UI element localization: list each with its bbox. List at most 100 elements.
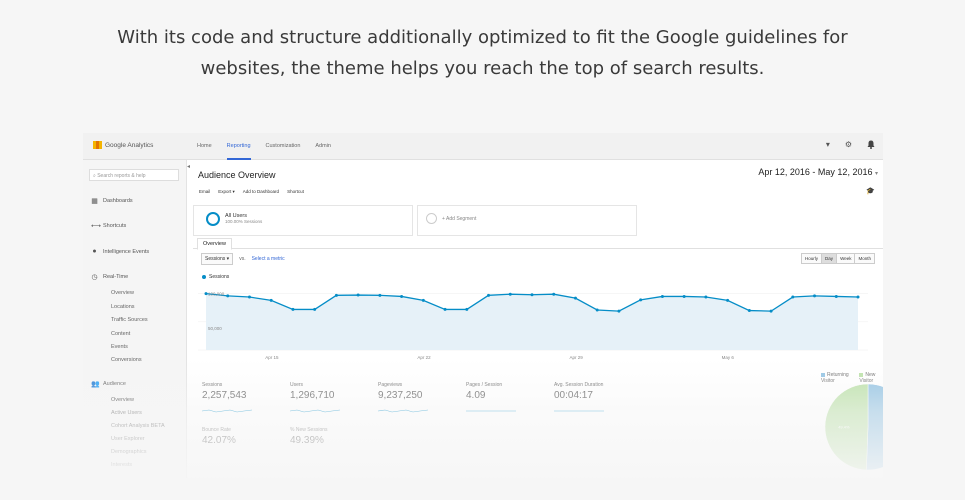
sidebar-item-intelligence-events[interactable]: ● Intelligence Events xyxy=(91,248,149,255)
sparkline xyxy=(377,409,429,413)
sidebar-subitem-demographics[interactable]: Demographics xyxy=(111,449,146,455)
tab-overview[interactable]: Overview xyxy=(197,238,232,250)
granularity-buttons: Hourly Day Week Month xyxy=(801,253,875,264)
add-to-dashboard-button[interactable]: Add to Dashboard xyxy=(243,189,279,195)
sidebar-subitem-conversions[interactable]: Conversions xyxy=(111,357,142,363)
stat-label: Pageviews xyxy=(378,382,403,388)
nav-admin[interactable]: Admin xyxy=(315,133,331,158)
stat-value: 42.07% xyxy=(202,435,236,446)
data-point[interactable] xyxy=(356,293,360,297)
pie-slice-label: 49.4% xyxy=(838,425,850,430)
data-point[interactable] xyxy=(226,294,230,298)
stat-label: Pages / Session xyxy=(466,382,503,388)
bell-icon[interactable] xyxy=(867,140,875,151)
data-point[interactable] xyxy=(682,294,686,298)
data-point[interactable] xyxy=(639,298,643,302)
stat-pageviews: Pageviews 9,237,250 xyxy=(377,382,463,419)
sidebar-subitem-audience-overview[interactable]: Overview xyxy=(111,397,134,403)
search-input[interactable]: ⌕ Search reports & help xyxy=(89,169,179,181)
top-icons: ▾ ⚙ xyxy=(826,140,875,151)
top-bar: Google Analytics Home Reporting Customiz… xyxy=(83,133,883,160)
sidebar-subitem-overview[interactable]: Overview xyxy=(111,290,134,296)
sidebar-item-label: Real-Time xyxy=(103,274,129,280)
sidebar-subitem-content[interactable]: Content xyxy=(111,331,130,337)
shortcut-button[interactable]: Shortcut xyxy=(287,189,304,195)
data-point[interactable] xyxy=(508,292,512,296)
stat-label: Bounce Rate xyxy=(202,427,231,433)
sidebar-item-label: Dashboards xyxy=(103,198,133,204)
segment-all-users[interactable]: All Users 100.00% Sessions xyxy=(193,205,413,236)
week-button[interactable]: Week xyxy=(836,254,855,263)
stat-pages-per-session: Pages / Session 4.09 xyxy=(466,382,551,419)
select-metric-link[interactable]: Select a metric xyxy=(252,256,285,262)
data-point[interactable] xyxy=(465,307,469,311)
sidebar-subitem-interests[interactable]: Interests xyxy=(111,462,132,468)
sidebar-subitem-user-explorer[interactable]: User Explorer xyxy=(111,436,145,442)
hourly-button[interactable]: Hourly xyxy=(802,254,822,263)
data-point[interactable] xyxy=(573,296,577,300)
metric-controls: Sessions ▾ vs. Select a metric xyxy=(201,253,285,265)
month-button[interactable]: Month xyxy=(854,254,874,263)
data-point[interactable] xyxy=(726,298,730,302)
sparkline xyxy=(201,409,253,413)
x-tick-label: May 6 xyxy=(722,355,735,360)
data-point[interactable] xyxy=(313,307,317,311)
data-point[interactable] xyxy=(400,294,404,298)
google-analytics-logo[interactable]: Google Analytics xyxy=(93,141,153,149)
data-point[interactable] xyxy=(530,293,534,297)
data-point[interactable] xyxy=(247,295,251,299)
segment-text: All Users 100.00% Sessions xyxy=(225,213,262,225)
sidebar-subitem-events[interactable]: Events xyxy=(111,344,128,350)
data-point[interactable] xyxy=(595,308,599,312)
nav-customization[interactable]: Customization xyxy=(266,133,301,158)
sidebar-item-real-time[interactable]: ◷ Real-Time xyxy=(91,273,128,281)
collapse-sidebar-icon[interactable]: ◂ xyxy=(187,163,190,170)
data-point[interactable] xyxy=(660,294,664,298)
pie-slice-returning-visitor[interactable] xyxy=(866,383,883,471)
sidebar-subitem-active-users[interactable]: Active Users xyxy=(111,410,142,416)
sidebar-subitem-cohort-analysis[interactable]: Cohort Analysis BETA xyxy=(111,423,165,429)
data-point[interactable] xyxy=(487,293,491,297)
sidebar-item-audience[interactable]: 👥 Audience xyxy=(91,380,126,388)
bulb-icon: ● xyxy=(92,248,97,255)
nav-reporting[interactable]: Reporting xyxy=(226,133,251,160)
email-button[interactable]: Email xyxy=(199,189,210,195)
data-point[interactable] xyxy=(791,295,795,299)
stat-bounce-rate: Bounce Rate 42.07% xyxy=(202,427,287,446)
data-point[interactable] xyxy=(269,298,273,302)
data-point[interactable] xyxy=(813,294,817,298)
x-tick-label: Apr 15 xyxy=(265,355,279,360)
day-button[interactable]: Day xyxy=(821,254,837,263)
data-point[interactable] xyxy=(769,309,773,313)
export-button[interactable]: Export ▾ xyxy=(218,189,235,195)
nav-home[interactable]: Home xyxy=(197,133,212,158)
data-point[interactable] xyxy=(334,293,338,297)
data-point[interactable] xyxy=(834,294,838,298)
account-dropdown-icon[interactable]: ▾ xyxy=(826,140,830,151)
segment-ring-icon xyxy=(206,212,220,226)
report-main: Audience Overview Apr 12, 2016 - May 12,… xyxy=(193,160,883,478)
metric-select[interactable]: Sessions ▾ xyxy=(201,253,234,265)
sidebar-item-dashboards[interactable]: ▦ Dashboards xyxy=(91,197,133,205)
data-point[interactable] xyxy=(856,295,860,299)
data-point[interactable] xyxy=(617,309,621,313)
gear-icon[interactable]: ⚙ xyxy=(845,140,852,151)
headline: With its code and structure additionally… xyxy=(0,22,965,84)
segment-detail: 100.00% Sessions xyxy=(225,219,263,224)
data-point[interactable] xyxy=(421,298,425,302)
graduation-cap-icon[interactable]: 🎓 xyxy=(866,187,875,195)
add-segment-box[interactable]: + Add Segment xyxy=(417,205,637,236)
data-point[interactable] xyxy=(704,295,708,299)
sidebar-item-label: Intelligence Events xyxy=(103,248,150,255)
sidebar-item-shortcuts[interactable]: ⟷ Shortcuts xyxy=(91,222,126,230)
date-range-picker[interactable]: Apr 12, 2016 - May 12, 2016 ▾ xyxy=(758,167,878,177)
sidebar-subitem-traffic-sources[interactable]: Traffic Sources xyxy=(111,317,148,323)
data-point[interactable] xyxy=(378,293,382,297)
headline-line-2: websites, the theme helps you reach the … xyxy=(200,58,765,79)
sidebar-subitem-locations[interactable]: Locations xyxy=(111,304,135,310)
data-point[interactable] xyxy=(552,292,556,296)
x-tick-label: Apr 29 xyxy=(569,355,583,360)
data-point[interactable] xyxy=(747,309,751,313)
data-point[interactable] xyxy=(291,307,295,311)
data-point[interactable] xyxy=(443,307,447,311)
